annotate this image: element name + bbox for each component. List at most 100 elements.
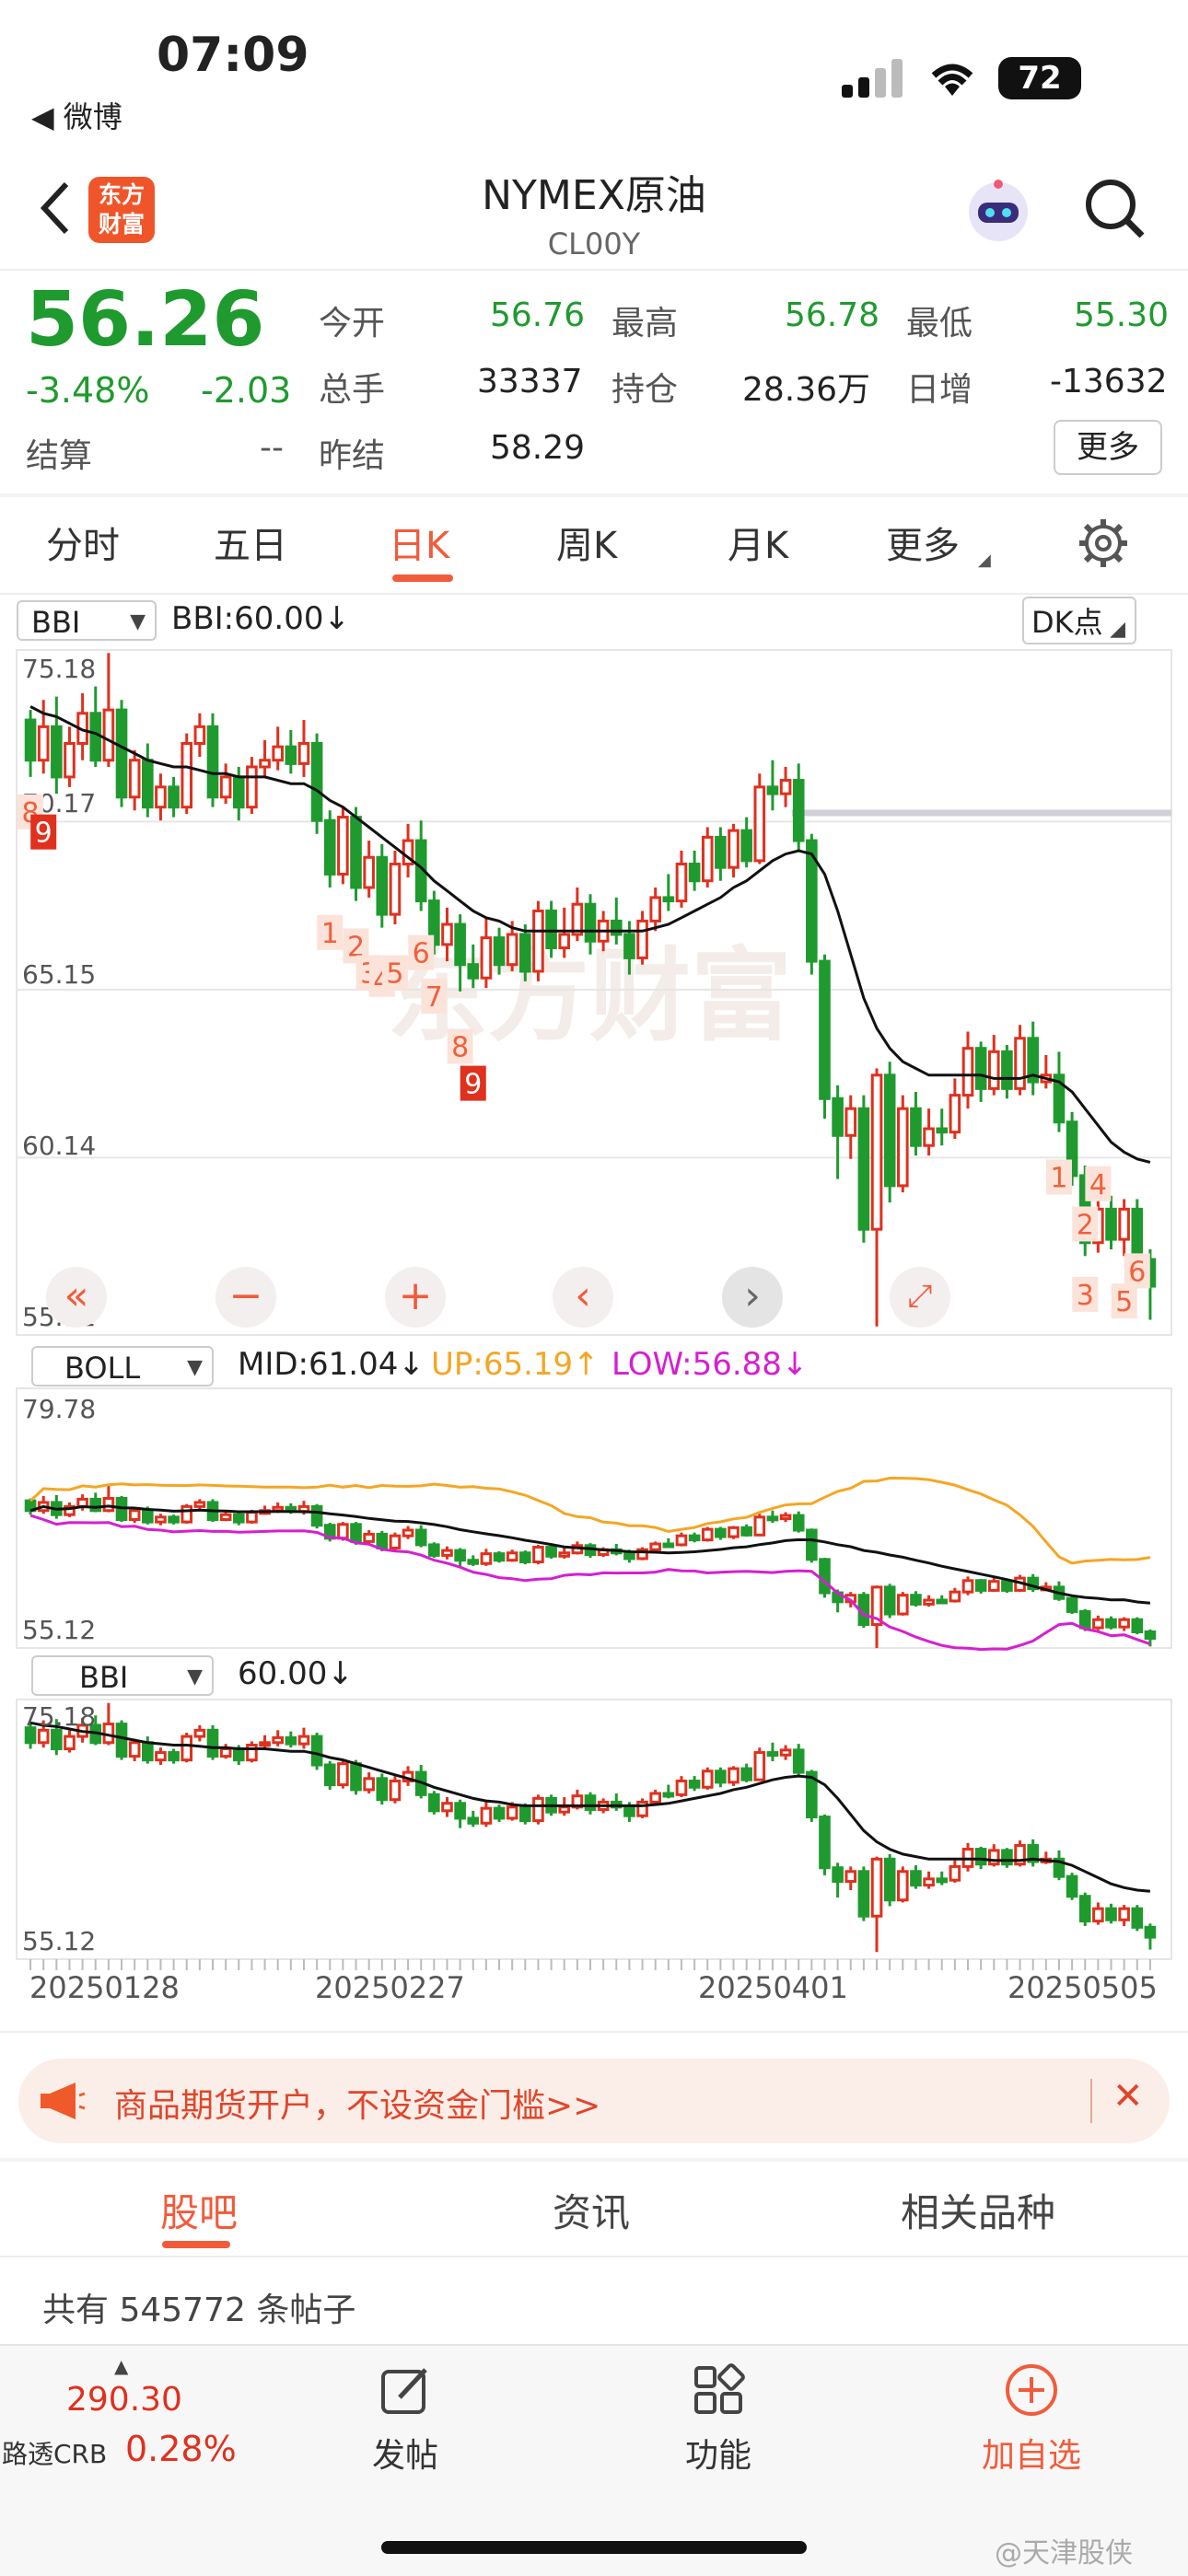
weibo-watermark: @天津股侠: [995, 2537, 1133, 2570]
candle-down: [740, 1767, 752, 1781]
function-grid-icon[interactable]: [691, 2362, 746, 2418]
fullscreen-button[interactable]: ⤢: [890, 1267, 950, 1328]
candle-up: [949, 1094, 961, 1134]
candle-down: [310, 1735, 323, 1767]
bbi-indicator-select[interactable]: BBI ▼: [31, 1655, 214, 1696]
candle-down: [715, 1770, 727, 1784]
candle-up: [753, 1751, 766, 1781]
candle-down: [974, 1047, 987, 1090]
kline-charts[interactable]: 东方财富 75.1870.1765.1560.1455.12 891234567…: [0, 0, 1188, 2007]
close-icon[interactable]: ✕: [1112, 2075, 1144, 2118]
candle-down: [688, 1534, 701, 1542]
candle-up: [402, 1528, 414, 1537]
candle-up: [506, 1551, 518, 1562]
candle-up: [480, 1806, 493, 1825]
candle-up: [193, 725, 206, 746]
scroll-right-button[interactable]: ›: [722, 1267, 783, 1328]
candle-up: [923, 1127, 935, 1147]
post-button-label[interactable]: 发帖: [372, 2429, 438, 2477]
dk-signal-number: 6: [413, 938, 430, 970]
subtabs-divider: [0, 2256, 1188, 2257]
candle-up: [337, 1762, 349, 1787]
dk-signal-number: 3: [1077, 1280, 1094, 1312]
candle-up: [128, 759, 141, 799]
candle-down: [428, 1793, 440, 1813]
function-button-label[interactable]: 功能: [685, 2429, 751, 2477]
candle-down: [454, 1802, 466, 1820]
y-tick-label: 60.14: [22, 1131, 96, 1161]
jump-to-start-button[interactable]: «: [46, 1267, 107, 1328]
candle-up: [779, 1514, 792, 1521]
candle-down: [1001, 1849, 1013, 1866]
candle-down: [1131, 1907, 1144, 1929]
candle-down: [350, 1762, 362, 1792]
y-tick-label: 75.18: [22, 654, 96, 684]
dk-signal-number: 5: [1115, 1286, 1133, 1318]
candle-up: [480, 1552, 493, 1565]
candle-up: [337, 816, 349, 876]
candle-down: [454, 1549, 466, 1562]
boll-low-value: LOW:56.88↓: [611, 1346, 809, 1383]
crb-label[interactable]: 路透CRB: [2, 2434, 107, 2471]
candle-down: [883, 1073, 896, 1188]
candle-down: [936, 1127, 949, 1134]
zoom-in-button[interactable]: +: [385, 1267, 446, 1328]
date-axis: [29, 1959, 1151, 1970]
candle-up: [779, 779, 792, 795]
candle-up: [64, 742, 76, 779]
dk-signal-number: 2: [1077, 1209, 1094, 1241]
tab-forum[interactable]: 股吧: [160, 2182, 238, 2238]
candle-down: [285, 1735, 297, 1746]
candle-down: [662, 1792, 675, 1798]
candle-down: [519, 1551, 531, 1563]
candle-down: [688, 1780, 701, 1789]
candle-down: [51, 1728, 63, 1751]
candle-down: [1078, 1609, 1091, 1630]
boll-indicator-label: BOLL: [64, 1351, 141, 1386]
candle-down: [493, 936, 506, 967]
candle-up: [389, 1780, 402, 1802]
tab-news[interactable]: 资讯: [553, 2182, 630, 2238]
candle-up: [297, 1735, 310, 1746]
candle-down: [232, 775, 245, 809]
candle-down: [740, 829, 752, 863]
candle-down: [168, 785, 180, 809]
y-tick-label: 55.12: [22, 1926, 96, 1956]
candle-down: [623, 1805, 635, 1817]
candle-up: [897, 1594, 909, 1616]
candle-up: [337, 1523, 349, 1540]
candle-up: [728, 1767, 740, 1784]
candle-down: [232, 1513, 245, 1524]
add-watchlist-label[interactable]: 加自选: [982, 2429, 1081, 2477]
candle-up: [246, 765, 258, 809]
candle-down: [89, 1497, 102, 1513]
candle-up: [532, 1546, 544, 1563]
add-circle-icon[interactable]: [1004, 2362, 1059, 2418]
candle-down: [1066, 1596, 1078, 1613]
bottom-toolbar: ▲ 290.30 路透CRB 0.28% 发帖 功能 加自选 @天津股侠: [0, 2344, 1188, 2576]
tab-related-products[interactable]: 相关品种: [901, 2182, 1055, 2238]
candle-up: [389, 1534, 402, 1549]
candle-up: [649, 896, 661, 922]
candle-down: [1066, 1874, 1078, 1898]
candle-up: [844, 1870, 857, 1884]
up-arrow-icon: ▲: [114, 2355, 129, 2377]
scroll-left-button[interactable]: ‹: [553, 1267, 613, 1328]
candle-up: [272, 1735, 284, 1745]
boll-indicator-select[interactable]: BOLL ▼: [31, 1346, 214, 1387]
candle-up: [363, 1532, 375, 1543]
boll-chart-y-ticks: 79.78 55.12: [22, 1394, 96, 1645]
candle-up: [181, 1735, 193, 1762]
zoom-out-button[interactable]: −: [215, 1267, 276, 1328]
bbi-indicator-value: 60.00↓: [238, 1655, 354, 1692]
candle-down: [584, 1794, 597, 1811]
x-date-4: 20250505: [1007, 1970, 1158, 2005]
crb-percent[interactable]: 0.28%: [125, 2429, 237, 2469]
promo-banner[interactable]: 商品期货开户，不设资金门槛>> ✕: [18, 2059, 1170, 2143]
candle-up: [128, 1509, 141, 1522]
candle-up: [102, 708, 115, 762]
candle-down: [910, 1594, 922, 1606]
candle-up: [155, 1751, 167, 1762]
compose-icon[interactable]: [378, 2362, 433, 2418]
crb-value[interactable]: 290.30: [66, 2381, 182, 2419]
